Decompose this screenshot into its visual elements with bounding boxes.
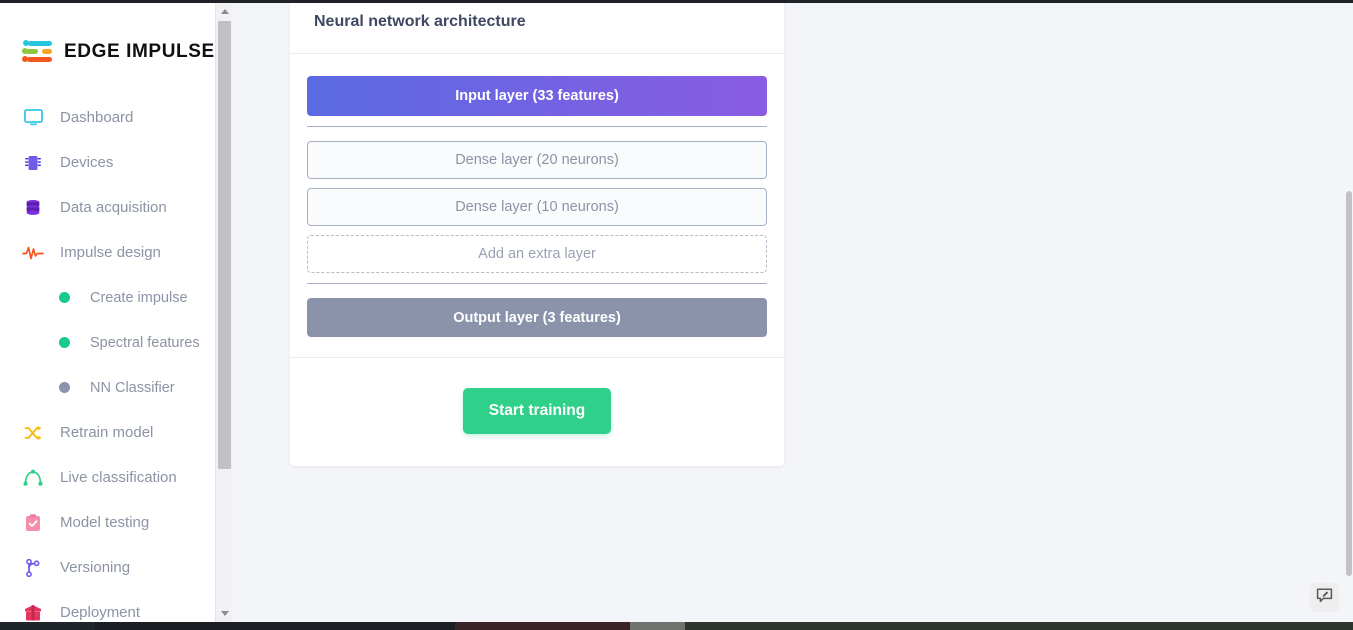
card-footer: Start training — [290, 358, 784, 466]
browser-chrome-top — [0, 0, 1353, 3]
status-dot-icon — [59, 292, 70, 303]
arc-nodes-icon — [20, 467, 46, 489]
sidebar-item-live-classification[interactable]: Live classification — [0, 455, 232, 500]
monitor-icon — [20, 107, 46, 129]
sidebar-item-label: Devices — [60, 154, 113, 171]
sidebar-item-label: Data acquisition — [60, 199, 167, 216]
box-icon — [20, 602, 46, 623]
sidebar: EDGE IMPULSE Dashboard Devices Data acqu — [0, 3, 232, 622]
sidebar-item-label: Create impulse — [90, 290, 188, 306]
main-scroll-thumb[interactable] — [1346, 191, 1352, 576]
architecture-layer-list: Input layer (33 features) Dense layer (2… — [290, 54, 784, 357]
sidebar-nav: Dashboard Devices Data acquisition Impul… — [0, 95, 232, 622]
sidebar-item-label: Model testing — [60, 514, 149, 531]
brand-name: EDGE IMPULSE — [64, 41, 215, 63]
add-extra-layer-button[interactable]: Add an extra layer — [307, 235, 767, 273]
layer-input[interactable]: Input layer (33 features) — [307, 76, 767, 116]
sidebar-item-label: Retrain model — [60, 424, 153, 441]
sidebar-item-label: Versioning — [60, 559, 130, 576]
layer-divider-bottom — [307, 283, 767, 284]
sidebar-item-data-acquisition[interactable]: Data acquisition — [0, 185, 232, 230]
sidebar-item-label: Deployment — [60, 604, 140, 621]
sidebar-scroll-up-button[interactable] — [216, 3, 232, 20]
chat-widget-button[interactable] — [1310, 583, 1339, 612]
browser-chrome-bottom — [0, 622, 1353, 630]
status-dot-icon — [59, 382, 70, 393]
layer-dense-1[interactable]: Dense layer (20 neurons) — [307, 141, 767, 179]
git-branch-icon — [20, 557, 46, 579]
sidebar-item-versioning[interactable]: Versioning — [0, 545, 232, 590]
layer-dense-2[interactable]: Dense layer (10 neurons) — [307, 188, 767, 226]
sidebar-item-model-testing[interactable]: Model testing — [0, 500, 232, 545]
sidebar-item-label: NN Classifier — [90, 380, 175, 396]
sidebar-item-deployment[interactable]: Deployment — [0, 590, 232, 622]
pulse-icon — [20, 242, 46, 264]
clipboard-check-icon — [20, 512, 46, 534]
section-title-architecture: Neural network architecture — [314, 3, 760, 53]
sidebar-item-nn-classifier[interactable]: NN Classifier — [0, 365, 232, 410]
sidebar-scroll-down-button[interactable] — [216, 605, 232, 622]
training-settings-form: Learning rate ? Minimum confidence ratin… — [290, 3, 784, 53]
sidebar-item-impulse-design[interactable]: Impulse design — [0, 230, 232, 275]
sidebar-item-dashboard[interactable]: Dashboard — [0, 95, 232, 140]
sidebar-item-label: Spectral features — [90, 335, 200, 351]
shuffle-icon — [20, 422, 46, 444]
sidebar-item-devices[interactable]: Devices — [0, 140, 232, 185]
sidebar-scroll-thumb[interactable] — [218, 21, 231, 469]
brand-logo[interactable]: EDGE IMPULSE — [0, 3, 232, 73]
sidebar-item-label: Impulse design — [60, 244, 161, 261]
start-training-button[interactable]: Start training — [463, 388, 611, 434]
sidebar-item-create-impulse[interactable]: Create impulse — [0, 275, 232, 320]
sidebar-item-label: Live classification — [60, 469, 177, 486]
main-scrollbar[interactable] — [1344, 3, 1353, 622]
edge-impulse-logo-icon — [22, 39, 54, 65]
nn-settings-card: Learning rate ? Minimum confidence ratin… — [290, 3, 784, 466]
status-dot-icon — [59, 337, 70, 348]
database-icon — [20, 197, 46, 219]
chat-edit-icon — [1316, 587, 1333, 609]
layer-output[interactable]: Output layer (3 features) — [307, 298, 767, 337]
layer-divider-top — [307, 126, 767, 127]
sidebar-item-label: Dashboard — [60, 109, 133, 126]
sidebar-item-spectral-features[interactable]: Spectral features — [0, 320, 232, 365]
sidebar-item-retrain-model[interactable]: Retrain model — [0, 410, 232, 455]
chip-icon — [20, 152, 46, 174]
main-content: Learning rate ? Minimum confidence ratin… — [232, 3, 1353, 622]
sidebar-scrollbar[interactable] — [215, 3, 232, 622]
app-root: EDGE IMPULSE Dashboard Devices Data acqu — [0, 0, 1353, 630]
